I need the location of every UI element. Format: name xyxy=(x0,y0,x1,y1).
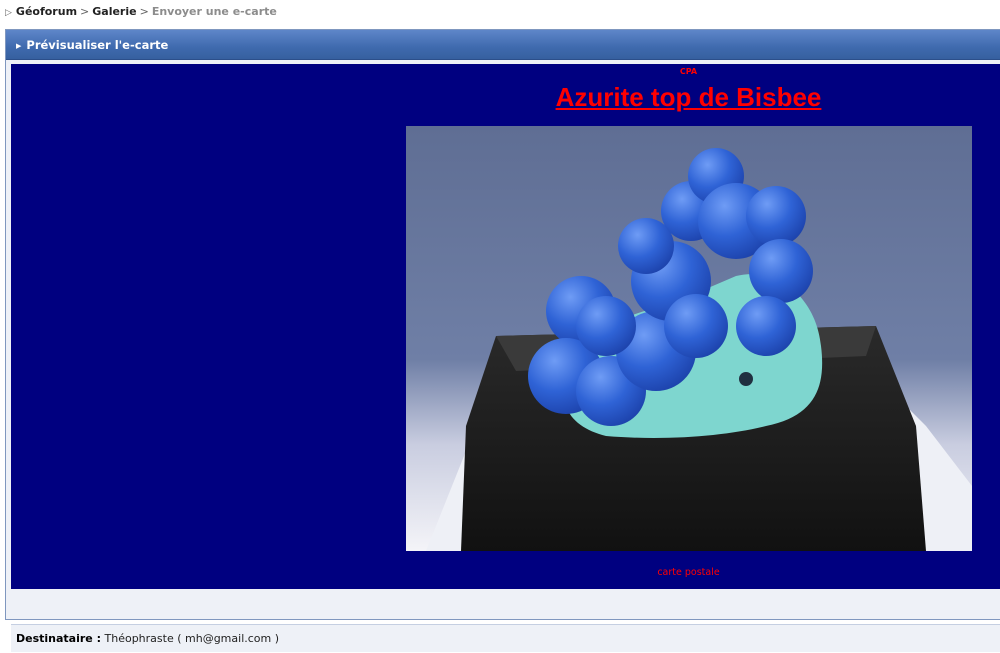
breadcrumb: ▷ Géoforum > Galerie > Envoyer une e-carte xyxy=(5,5,277,19)
panel-title: Prévisualiser l'e-carte xyxy=(26,38,169,52)
azurite-image xyxy=(406,126,972,551)
breadcrumb-link-geoforum[interactable]: Géoforum xyxy=(16,5,77,18)
panel-header: ▶ Prévisualiser l'e-carte xyxy=(6,30,1000,60)
card-bottom-label: carte postale xyxy=(657,567,720,578)
recipient-email: ( mh@gmail.com ) xyxy=(177,632,280,645)
breadcrumb-separator: > xyxy=(139,5,149,18)
card-top-label: CPA xyxy=(679,67,698,76)
recipient-name: Théophraste xyxy=(104,632,174,645)
recipient-row: Destinataire : Théophraste ( mh@gmail.co… xyxy=(11,624,1000,652)
breadcrumb-arrow-icon: ▷ xyxy=(5,8,12,18)
recipient-label: Destinataire : xyxy=(16,632,101,645)
breadcrumb-link-galerie[interactable]: Galerie xyxy=(92,5,136,18)
ecard-preview: CPA Azurite top de Bisbee carte postale … xyxy=(11,64,1000,652)
breadcrumb-separator: > xyxy=(80,5,90,18)
breadcrumb-current: Envoyer une e-carte xyxy=(151,5,277,18)
preview-panel: ▶ Prévisualiser l'e-carte CPA Azurite top… xyxy=(5,29,1000,652)
card-title: Azurite top de Bisbee xyxy=(555,82,822,112)
mineral-photo xyxy=(406,126,972,551)
triangle-right-icon: ▶ xyxy=(16,42,22,50)
